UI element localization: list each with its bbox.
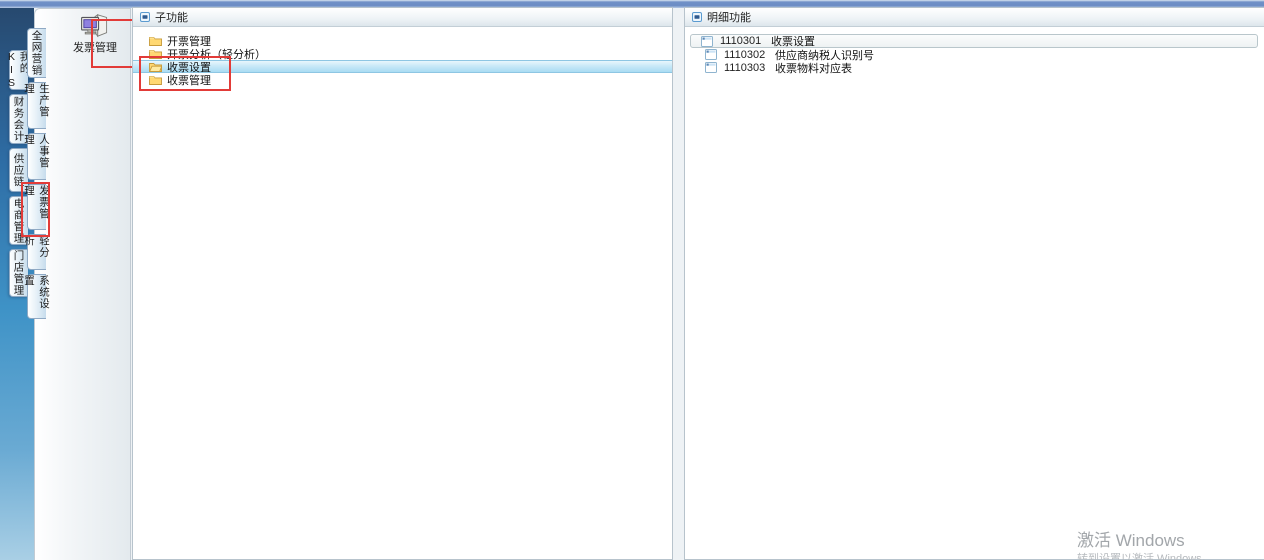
subfunction-panel-title: 子功能 bbox=[155, 9, 188, 25]
subfunction-tree: 开票管理 开票分析（轻分析） 收票设置 bbox=[133, 27, 672, 86]
watermark-line2: 转到设置以激活 Windows。 bbox=[1077, 553, 1213, 560]
detail-list: 1110301 收票设置 1110302 供应商纳税人识别号 1110303 bbox=[685, 27, 1264, 74]
sidebar-tab-hr[interactable]: 人事管理 bbox=[27, 133, 46, 180]
detail-item-label: 收票物料对应表 bbox=[775, 60, 852, 76]
detail-item-code: 1110302 bbox=[724, 49, 768, 61]
watermark-line1: 激活 Windows bbox=[1077, 531, 1213, 551]
folder-closed-icon bbox=[149, 35, 162, 46]
panel-collapse-icon[interactable] bbox=[140, 12, 150, 22]
module-item-label: 发票管理 bbox=[73, 39, 117, 55]
subfunction-panel: 子功能 开票管理 开票分析（轻分析） bbox=[132, 7, 673, 560]
folder-closed-icon bbox=[149, 48, 162, 59]
tree-item-receipt-mgmt[interactable]: 收票管理 bbox=[133, 73, 672, 86]
detail-panel: 明细功能 1110301 收票设置 1110302 供应商纳税人识别号 bbox=[684, 7, 1264, 560]
sidebar-tab-analysis[interactable]: 轻分析 bbox=[27, 234, 46, 270]
sidebar-tab-settings[interactable]: 系统设置 bbox=[27, 274, 46, 319]
sidebar-inner-tabs: 全网营销 生产管理 人事管理 发票管理 轻分析 系统设置 bbox=[27, 28, 46, 323]
module-item-invoice[interactable]: 发票管理 bbox=[61, 13, 129, 55]
app-window: 发票管理 我的KIS 财务会计 供应链 电商管理 门店管理 全网营销 生产管理 … bbox=[0, 0, 1264, 560]
detail-panel-title: 明细功能 bbox=[707, 9, 751, 25]
sidebar-tab-invoice[interactable]: 发票管理 bbox=[27, 184, 46, 230]
panel-collapse-icon[interactable] bbox=[692, 12, 702, 22]
tree-item-receipt-settings[interactable]: 收票设置 bbox=[133, 60, 672, 73]
windows-activation-watermark: 激活 Windows 转到设置以激活 Windows。 bbox=[1077, 531, 1213, 560]
sidebar-tab-production[interactable]: 生产管理 bbox=[27, 82, 46, 129]
detail-panel-header: 明细功能 bbox=[685, 8, 1264, 27]
folder-open-icon bbox=[149, 61, 162, 72]
form-icon bbox=[705, 62, 717, 73]
detail-item-code: 1110301 bbox=[720, 35, 764, 47]
sidebar-tab-marketing[interactable]: 全网营销 bbox=[27, 28, 46, 78]
invoice-module-icon bbox=[78, 13, 112, 38]
detail-item-code: 1110303 bbox=[724, 62, 768, 74]
form-icon bbox=[701, 36, 713, 47]
form-icon bbox=[705, 49, 717, 60]
tree-item-invoicing-analysis[interactable]: 开票分析（轻分析） bbox=[133, 47, 672, 60]
folder-closed-icon bbox=[149, 74, 162, 85]
subfunction-panel-header: 子功能 bbox=[133, 8, 672, 27]
detail-item-material-mapping[interactable]: 1110303 收票物料对应表 bbox=[690, 61, 1258, 74]
tree-item-label: 收票管理 bbox=[167, 72, 211, 88]
